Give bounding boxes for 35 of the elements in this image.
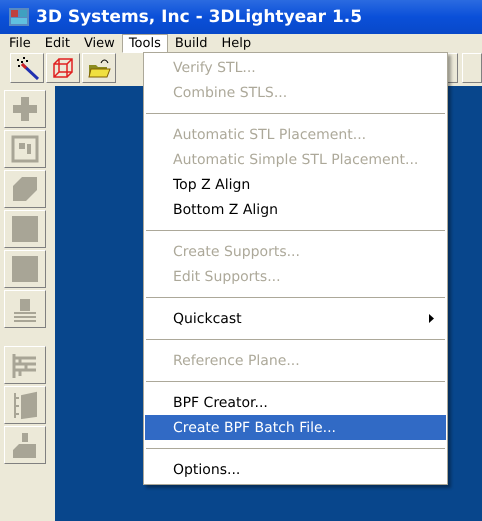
tool-button[interactable] bbox=[4, 346, 46, 384]
menu-item[interactable]: File bbox=[2, 34, 38, 52]
tool-button[interactable] bbox=[4, 426, 46, 464]
tool-button[interactable] bbox=[4, 250, 46, 288]
square-icon bbox=[10, 254, 40, 284]
menu-entry[interactable]: Create BPF Batch File... bbox=[145, 415, 446, 440]
tool-button[interactable] bbox=[4, 170, 46, 208]
open-button[interactable] bbox=[82, 53, 116, 83]
folder-icon bbox=[87, 57, 111, 79]
tool-button[interactable] bbox=[4, 290, 46, 328]
window-title: 3D Systems, Inc - 3DLightyear 1.5 bbox=[36, 7, 362, 27]
menu-entry[interactable]: Top Z Align bbox=[145, 172, 446, 197]
menu-entry[interactable]: Quickcast bbox=[145, 306, 446, 331]
tool-button[interactable] bbox=[4, 386, 46, 424]
tool-button[interactable] bbox=[4, 90, 46, 128]
menu-entry[interactable]: BPF Creator... bbox=[145, 390, 446, 415]
cube-icon bbox=[51, 56, 75, 80]
menu-item[interactable]: Edit bbox=[38, 34, 77, 52]
tool-button[interactable] bbox=[4, 130, 46, 168]
square-icon bbox=[10, 214, 40, 244]
menu-entry[interactable]: Options... bbox=[145, 457, 446, 482]
menu-entry[interactable]: Bottom Z Align bbox=[145, 197, 446, 222]
shape-icon bbox=[10, 174, 40, 204]
toolbar-button[interactable] bbox=[462, 53, 482, 83]
menu-item[interactable]: Tools bbox=[122, 34, 168, 52]
plus-icon bbox=[10, 94, 40, 124]
tool-button[interactable] bbox=[4, 210, 46, 248]
wand-icon bbox=[14, 56, 40, 80]
menu-item[interactable]: Help bbox=[214, 34, 258, 52]
menu-item[interactable]: View bbox=[76, 34, 122, 52]
cube-button[interactable] bbox=[46, 53, 80, 83]
submenu-arrow-icon bbox=[429, 314, 434, 323]
app-icon bbox=[8, 7, 30, 27]
wand-button[interactable] bbox=[10, 53, 44, 83]
menu-item[interactable]: Build bbox=[168, 34, 214, 52]
